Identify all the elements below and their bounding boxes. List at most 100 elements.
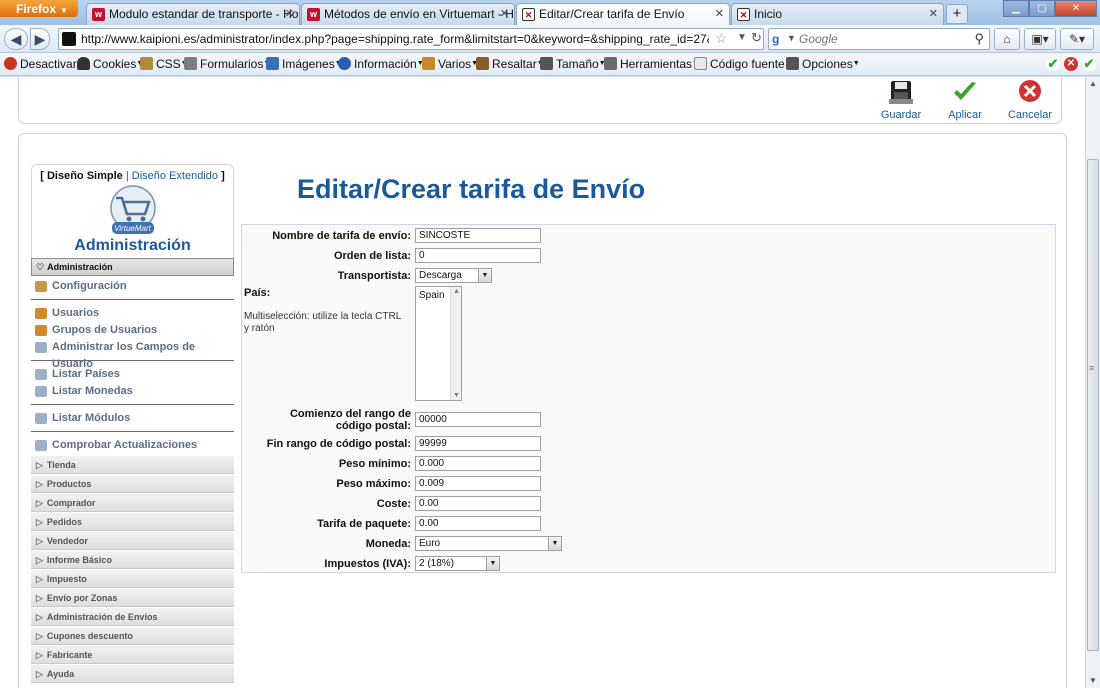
devbar-tools[interactable]: Herramientas▼ [604, 57, 699, 71]
bookmarks-menu-button[interactable]: ▣▾ [1024, 28, 1056, 50]
devbar-forms[interactable]: Formularios▼ [184, 57, 270, 71]
search-icon[interactable]: ⚲ [974, 31, 984, 47]
layout-extended-link[interactable]: Diseño Extendido [132, 170, 218, 182]
window-close-icon[interactable]: ✕ [1055, 0, 1097, 17]
sidebar-item-configuracion[interactable]: Configuración [31, 278, 234, 295]
list-order-input[interactable] [415, 248, 541, 263]
source-icon [694, 57, 707, 70]
options-icon [786, 57, 799, 70]
carrier-select[interactable]: Descarga ▼ [415, 268, 492, 283]
checkmark-icon[interactable]: ✔ [1046, 57, 1060, 71]
devbar-information[interactable]: Información▼ [338, 57, 424, 71]
country-hint: Multiselección: utilize la tecla CTRL y … [244, 311, 401, 334]
sidebar-section-informe-basico[interactable]: ▷ Informe Básico [31, 550, 234, 569]
scroll-up-icon[interactable]: ▲ [453, 288, 460, 295]
sidebar-item-campos-usuario[interactable]: Administrar los Campos de Usuario [31, 339, 234, 370]
sidebar-item-listar-monedas[interactable]: Listar Monedas [31, 383, 234, 400]
scroll-down-icon[interactable]: ▼ [1086, 674, 1100, 688]
sidebar-section-impuesto[interactable]: ▷ Impuesto [31, 569, 234, 588]
rate-name-input[interactable] [415, 228, 541, 243]
devbar-options[interactable]: Opciones▼ [786, 57, 860, 71]
devbar-misc[interactable]: Varios▼ [422, 57, 478, 71]
page-scrollbar[interactable]: ▲ ≡ ▼ [1085, 77, 1100, 688]
reload-icon[interactable]: ↻ [751, 30, 762, 46]
sidebar-item-grupos-usuarios[interactable]: Grupos de Usuarios [31, 322, 234, 339]
tab-modulo-estandar[interactable]: w Modulo estandar de transporte - Hos...… [86, 3, 300, 25]
checkmark-icon[interactable]: ✔ [1082, 57, 1096, 71]
new-tab-button[interactable]: + [946, 4, 968, 24]
sidebar-section-ayuda[interactable]: ▷ Ayuda [31, 664, 234, 683]
sidebar-section-comprador[interactable]: ▷ Comprador [31, 493, 234, 512]
currency-select[interactable]: Euro ▼ [415, 536, 562, 551]
apply-label: Aplicar [948, 109, 982, 121]
sidebar-section-vendedor[interactable]: ▷ Vendedor [31, 531, 234, 550]
zip-start-input[interactable] [415, 412, 541, 427]
engine-dropdown-icon[interactable]: ▼ [787, 33, 796, 43]
chevron-right-icon: ▷ [36, 574, 43, 584]
bookmark-star-icon[interactable]: ☆ [715, 30, 728, 47]
scrollbar-thumb[interactable] [1087, 159, 1099, 651]
close-icon[interactable]: ✕ [929, 7, 938, 20]
sidebar-section-admin-envios[interactable]: ▷ Administración de Envíos [31, 607, 234, 626]
devbar-css[interactable]: CSS▼ [140, 57, 188, 71]
sidebar-section-fabricante[interactable]: ▷ Fabricante [31, 645, 234, 664]
forward-button[interactable]: ▶ [30, 28, 50, 50]
tab-inicio[interactable]: ✕ Inicio ✕ [731, 3, 944, 25]
divider [31, 431, 234, 432]
extensions-button[interactable]: ✎▾ [1060, 28, 1094, 50]
devbar-disable[interactable]: Desactivar▼ [4, 57, 84, 71]
sidebar-section-productos[interactable]: ▷ Productos [31, 474, 234, 493]
sidebar-item-listar-modulos[interactable]: Listar Módulos [31, 410, 234, 427]
country-option[interactable]: Spain [419, 290, 445, 301]
close-icon[interactable]: ✕ [715, 7, 724, 20]
address-bar[interactable]: ☆ ▼ ↻ [58, 28, 764, 50]
tax-select[interactable]: 2 (18%) ▼ [415, 556, 500, 571]
error-icon[interactable]: ✕ [1064, 57, 1078, 71]
cost-input[interactable] [415, 496, 541, 511]
apply-button[interactable]: Aplicar [934, 79, 996, 121]
close-icon[interactable]: ✕ [285, 7, 294, 20]
weight-max-input[interactable] [415, 476, 541, 491]
devbar-images[interactable]: Imágenes▼ [266, 57, 342, 71]
search-bar[interactable]: g ▼ ⚲ [768, 28, 990, 50]
sidebar-section-tienda[interactable]: ▷ Tienda [31, 455, 234, 474]
sidebar-section-administracion[interactable]: ♡ Administración [31, 258, 234, 276]
google-engine-icon[interactable]: g [772, 32, 786, 46]
zip-end-input[interactable] [415, 436, 541, 451]
firefox-menu-button[interactable]: Firefox ▼ [0, 0, 78, 17]
chevron-down-icon: ▼ [486, 557, 499, 570]
tab-metodos-envio[interactable]: w Métodos de envío en Virtuemart - Ho...… [301, 3, 515, 25]
weight-min-input[interactable] [415, 456, 541, 471]
save-button[interactable]: Guardar [870, 79, 932, 121]
history-dropdown-icon[interactable]: ▼ [737, 32, 747, 43]
search-input[interactable] [799, 31, 959, 47]
minimize-icon[interactable]: ▁ [1003, 0, 1029, 17]
weight-min-label: Peso mínimo: [338, 458, 411, 470]
devbar-cookies[interactable]: Cookies▼ [77, 57, 143, 71]
sidebar-item-actualizaciones[interactable]: Comprobar Actualizaciones [31, 437, 234, 454]
devbar-view-source[interactable]: Código fuente▼ [694, 57, 792, 71]
url-input[interactable] [81, 31, 709, 47]
devbar-resize[interactable]: Tamaño▼ [540, 57, 606, 71]
tab-editar-tarifa[interactable]: ✕ Editar/Crear tarifa de Envío ✕ [516, 3, 730, 25]
back-button[interactable]: ◀ [4, 28, 28, 50]
maximize-icon[interactable]: ▢ [1029, 0, 1055, 17]
home-button[interactable]: ⌂ [994, 28, 1020, 50]
site-identity-icon[interactable] [62, 32, 76, 46]
close-icon[interactable]: ✕ [500, 7, 509, 20]
sidebar-section-pedidos[interactable]: ▷ Pedidos [31, 512, 234, 531]
section-label: Ayuda [46, 669, 75, 679]
country-list-scrollbar[interactable]: ▲ ▼ [450, 287, 461, 400]
sidebar-section-cupones[interactable]: ▷ Cupones descuento [31, 626, 234, 645]
scroll-down-icon[interactable]: ▼ [453, 392, 460, 399]
scroll-up-icon[interactable]: ▲ [1086, 77, 1100, 91]
cancel-button[interactable]: Cancelar [999, 79, 1061, 121]
country-multiselect[interactable]: Spain ▲ ▼ [415, 286, 462, 401]
currency-label: Moneda: [365, 538, 411, 550]
sidebar-item-listar-paises[interactable]: Listar Países [31, 366, 234, 383]
sidebar-item-usuarios[interactable]: Usuarios [31, 305, 234, 322]
devbar-outline[interactable]: Resaltar▼ [476, 57, 544, 71]
firefox-menu-label: Firefox [16, 2, 57, 16]
package-fee-input[interactable] [415, 516, 541, 531]
sidebar-section-envio-zonas[interactable]: ▷ Envío por Zonas [31, 588, 234, 607]
